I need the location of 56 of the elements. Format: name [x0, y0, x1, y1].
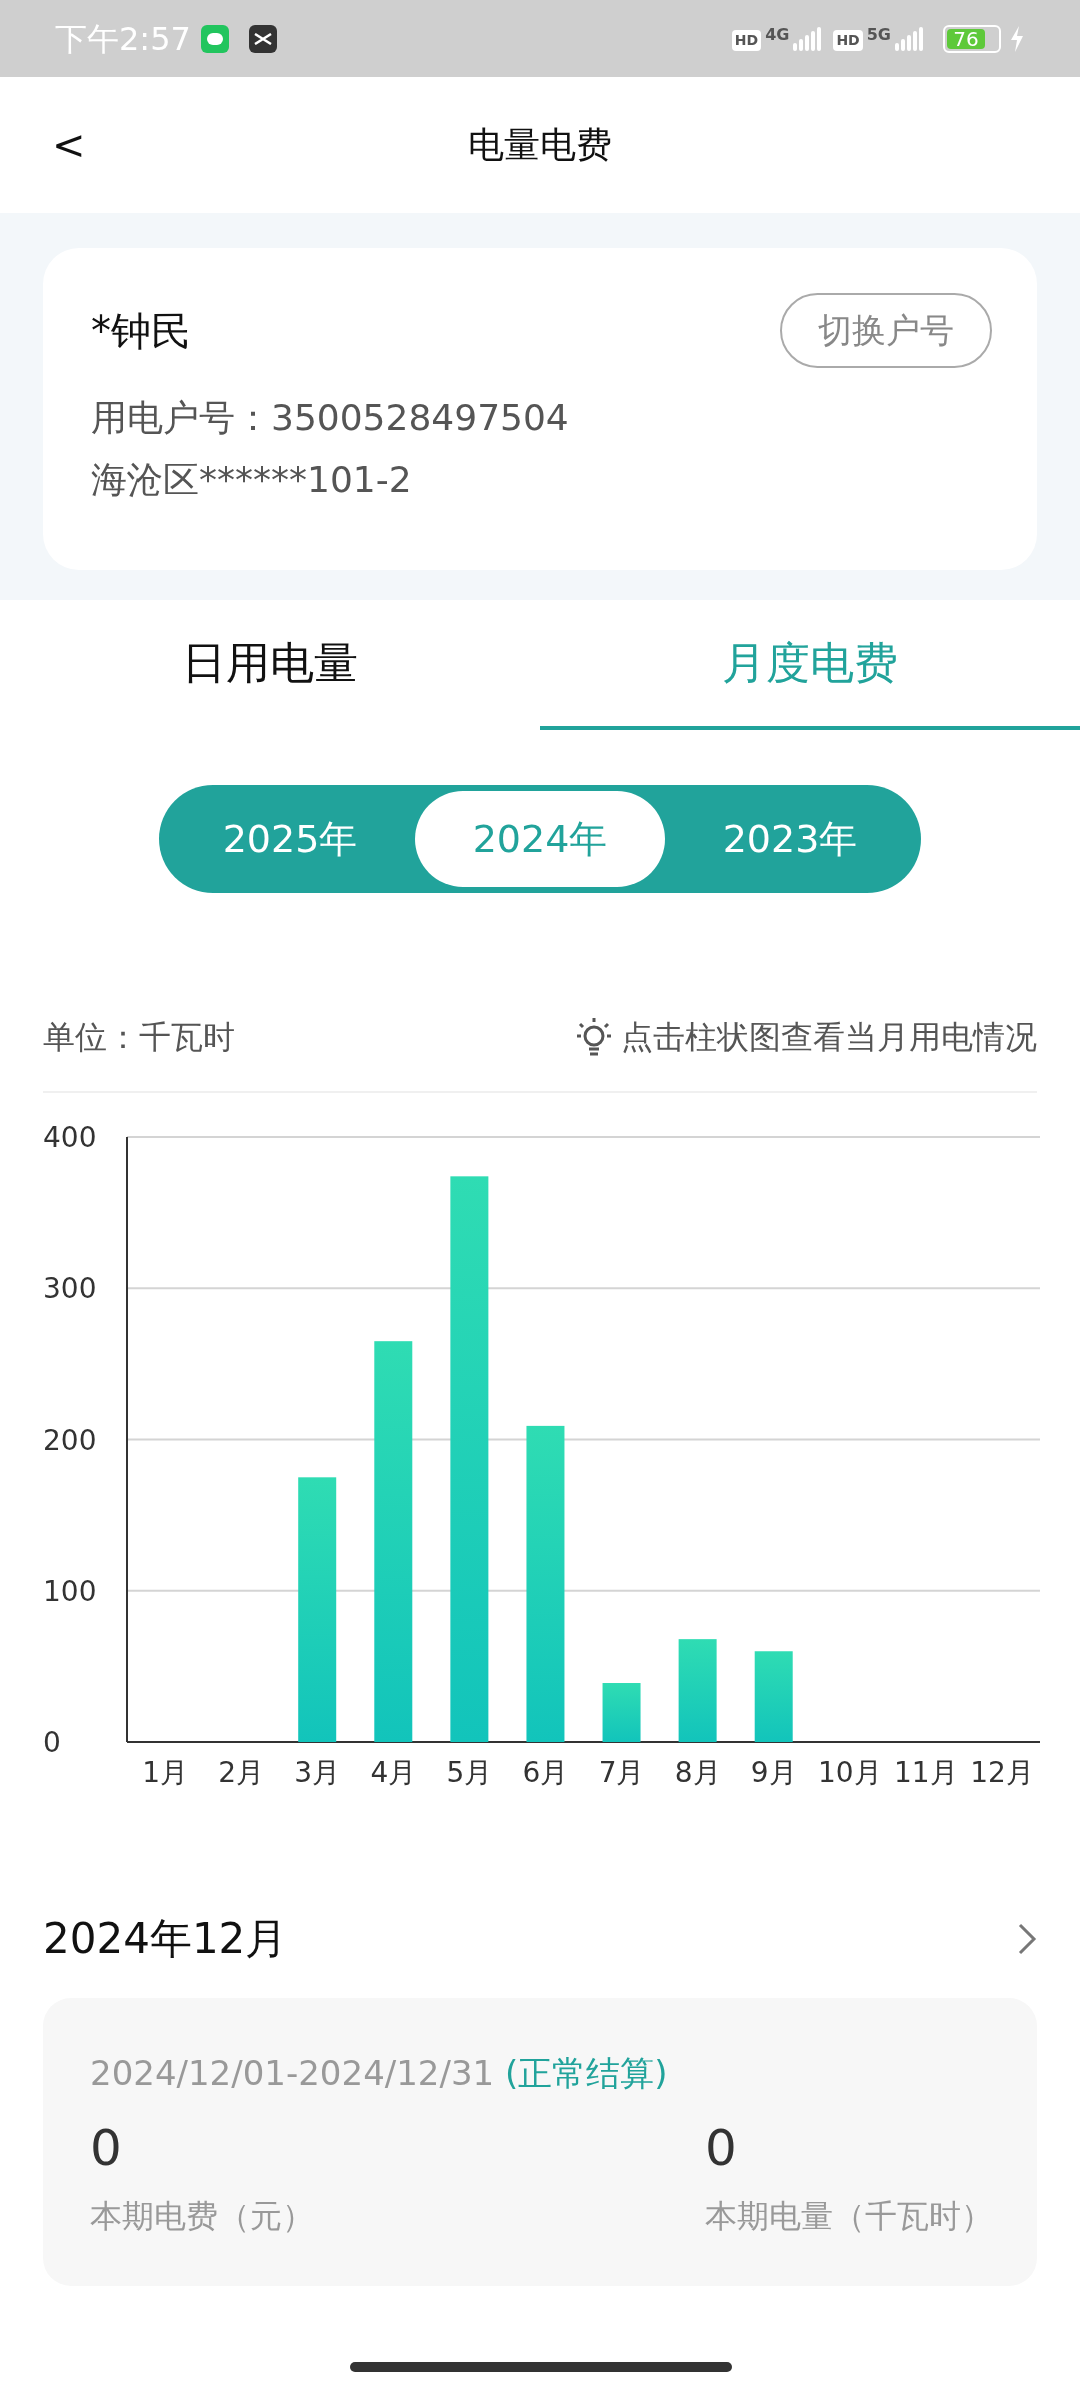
- account-name: *钟民: [91, 307, 191, 356]
- battery-level: 76: [947, 28, 985, 49]
- signal-icon: [895, 26, 923, 51]
- usage-value: 0: [705, 2118, 738, 2179]
- axis-label: 200: [43, 1423, 97, 1457]
- bar[interactable]: [450, 1176, 489, 1742]
- year-option[interactable]: 2024年: [415, 791, 665, 887]
- chat-app-icon: [200, 24, 229, 53]
- unit-label: 单位：千瓦时: [43, 1017, 235, 1058]
- axis-label: 12月: [970, 1756, 1034, 1789]
- charging-icon: [1009, 25, 1025, 52]
- bar[interactable]: [602, 1683, 641, 1742]
- axis-label: 0: [43, 1726, 61, 1759]
- tab[interactable]: 月度电费: [540, 600, 1080, 730]
- chevron-right-icon[interactable]: [1017, 1921, 1037, 1956]
- fee-value: 0: [90, 2118, 123, 2179]
- fee-label: 本期电费（元）: [90, 2196, 315, 2237]
- bar[interactable]: [526, 1425, 565, 1742]
- axis-label: 400: [43, 1121, 97, 1154]
- bar[interactable]: [374, 1341, 413, 1742]
- lightbulb-icon: [575, 1016, 613, 1058]
- axis-label: 2月: [218, 1756, 265, 1789]
- year-option[interactable]: 2023年: [665, 791, 915, 887]
- home-indicator[interactable]: [350, 2362, 732, 2372]
- axis-label: 9月: [750, 1756, 797, 1789]
- hd-badge: HD: [731, 29, 762, 51]
- usage-label: 本期电量（千瓦时）: [705, 2196, 993, 2237]
- account-number: 用电户号：3500528497504: [91, 396, 570, 440]
- axis-label: 3月: [294, 1756, 341, 1789]
- account-address: 海沧区******101-2: [91, 458, 413, 502]
- hd-badge: HD: [833, 29, 863, 51]
- network-type: 4G: [765, 26, 790, 43]
- axis-label: 300: [43, 1272, 97, 1306]
- network-type: 5G: [866, 26, 891, 43]
- bar[interactable]: [298, 1477, 337, 1742]
- year-option[interactable]: 2025年: [165, 791, 415, 887]
- bar[interactable]: [678, 1639, 717, 1742]
- app-icon: [248, 24, 277, 53]
- axis-label: 1月: [142, 1756, 188, 1789]
- axis-label: 10月: [817, 1756, 882, 1789]
- chart-hint: 点击柱状图查看当月用电情况: [621, 1017, 1037, 1058]
- bill-period: 2024/12/01-2024/12/31 (正常结算): [90, 2052, 669, 2095]
- page-title: 电量电费: [468, 123, 612, 167]
- axis-label: 6月: [522, 1756, 569, 1789]
- switch-account-button[interactable]: 切换户号: [780, 293, 992, 368]
- axis-label: 8月: [674, 1756, 721, 1789]
- axis-label: 4月: [370, 1756, 417, 1789]
- axis-label: 100: [43, 1574, 97, 1608]
- bill-month: 2024年12月: [43, 1913, 288, 1965]
- axis-label: 5月: [446, 1756, 493, 1789]
- bar[interactable]: [754, 1651, 793, 1742]
- tab[interactable]: 日用电量: [0, 600, 540, 730]
- back-button[interactable]: <: [52, 125, 86, 165]
- signal-icon: [793, 26, 822, 51]
- axis-label: 11月: [894, 1756, 958, 1789]
- axis-label: 7月: [598, 1756, 645, 1789]
